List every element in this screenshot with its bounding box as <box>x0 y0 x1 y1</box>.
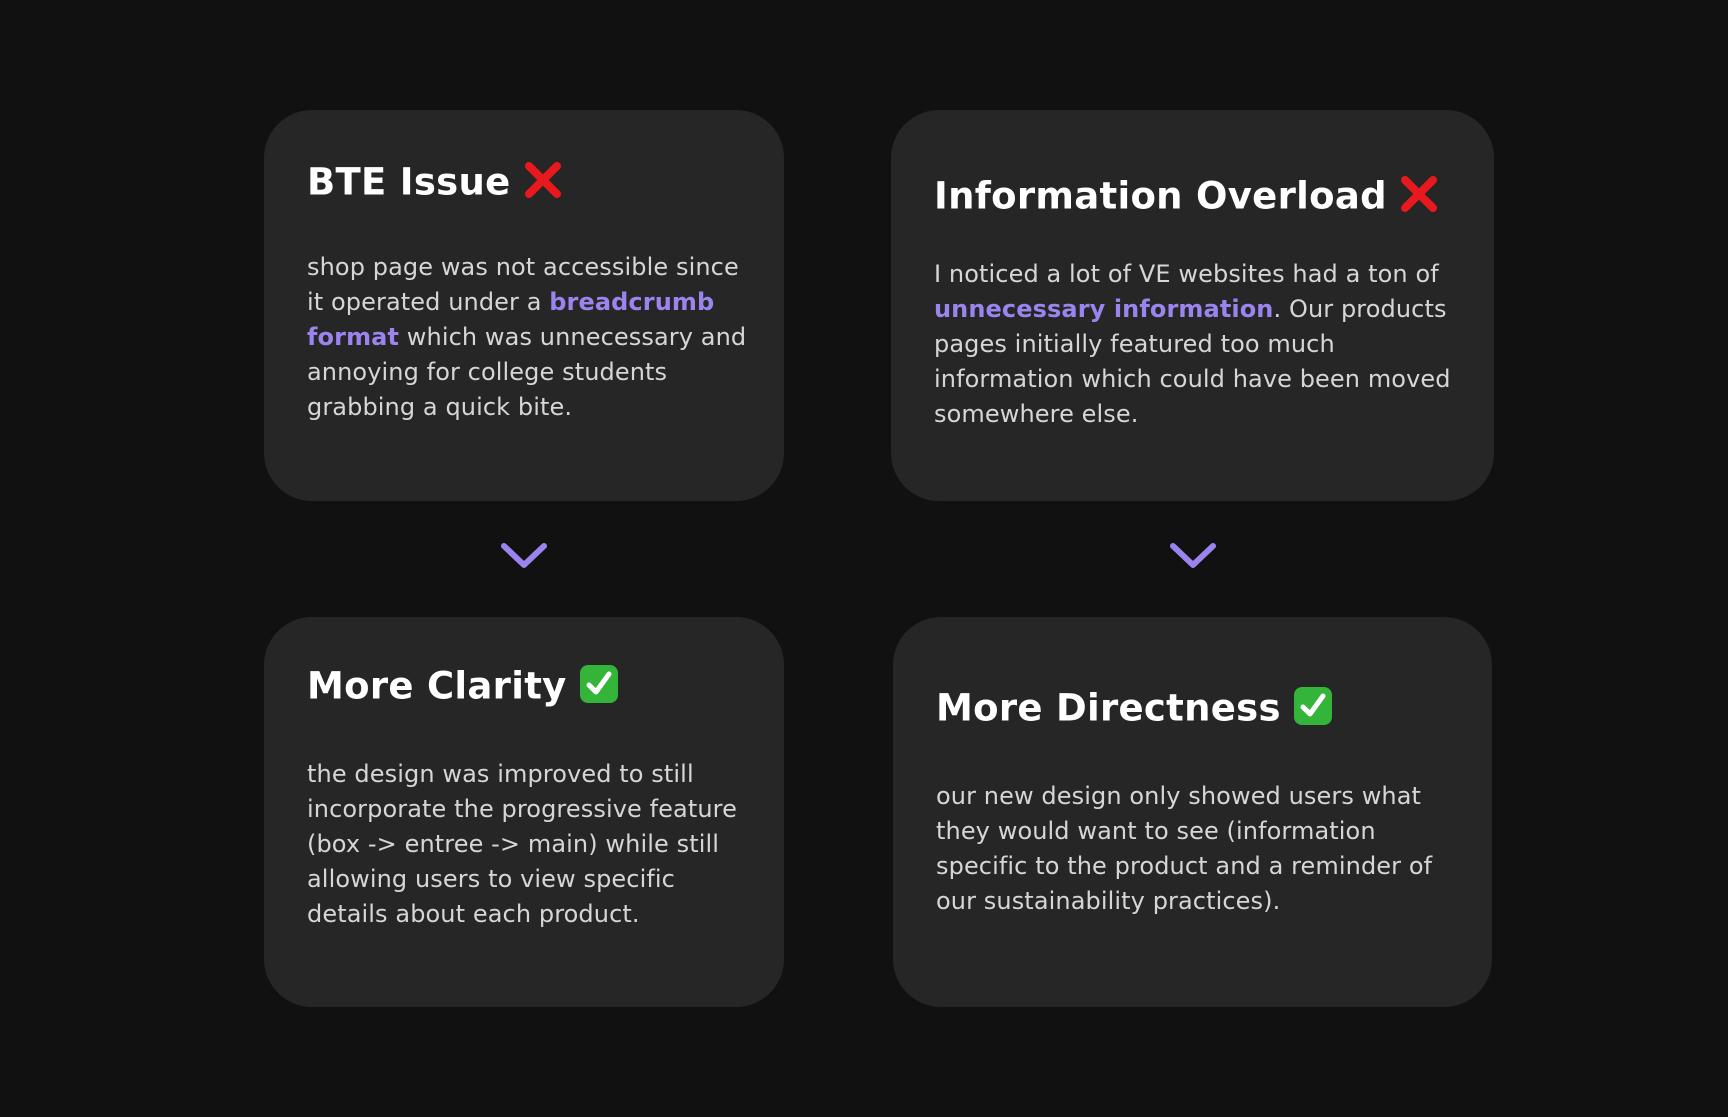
more-directness-card: More Directness our new design only show… <box>893 617 1492 1007</box>
card-description: our new design only showed users what th… <box>936 782 1433 915</box>
card-title: More Directness <box>936 684 1333 732</box>
chevron-down-icon <box>499 540 549 572</box>
card-title: Information Overload <box>934 172 1439 220</box>
card-title-text: BTE Issue <box>307 160 511 204</box>
card-title-text: More Clarity <box>307 664 567 708</box>
check-mark-icon <box>1293 686 1333 726</box>
bte-issue-card: BTE Issue shop page was not accessible s… <box>264 110 784 501</box>
cross-mark-icon <box>523 160 563 200</box>
check-mark-icon <box>579 664 619 704</box>
information-overload-card: Information Overload I noticed a lot of … <box>891 110 1494 501</box>
card-title: More Clarity <box>307 662 619 710</box>
highlight-text: unnecessary information <box>934 295 1274 323</box>
description-text: I noticed a lot of VE websites had a ton… <box>934 260 1439 288</box>
card-description: shop page was not accessible since it op… <box>307 250 747 425</box>
card-title: BTE Issue <box>307 158 563 206</box>
card-title-text: More Directness <box>936 686 1281 730</box>
more-clarity-card: More Clarity the design was improved to … <box>264 617 784 1007</box>
chevron-down-icon <box>1168 540 1218 572</box>
card-title-text: Information Overload <box>934 174 1387 218</box>
card-description: I noticed a lot of VE websites had a ton… <box>934 257 1459 432</box>
card-description: the design was improved to still incorpo… <box>307 760 737 928</box>
cross-mark-icon <box>1399 174 1439 214</box>
